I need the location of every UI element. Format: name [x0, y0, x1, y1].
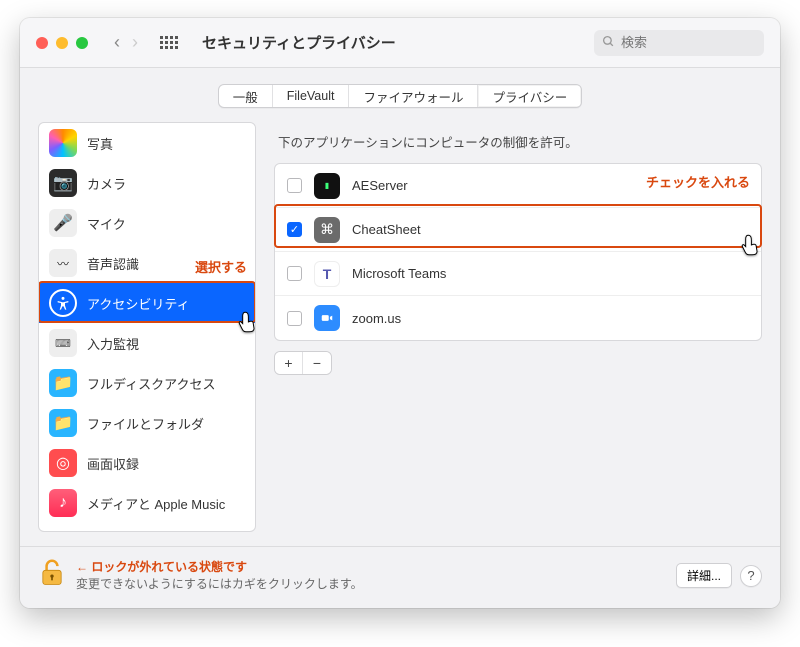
- sidebar-item-screen-recording[interactable]: ◎ 画面収録: [39, 443, 255, 483]
- footer-subtitle: 変更できないようにするにはカギをクリックします。: [76, 575, 363, 593]
- checkbox[interactable]: ✓: [287, 222, 302, 237]
- app-icon: ▮: [314, 173, 340, 199]
- app-icon: [314, 305, 340, 331]
- photos-icon: [49, 129, 77, 157]
- description-text: 下のアプリケーションにコンピュータの制御を許可。: [274, 122, 762, 163]
- folder-icon: 📁: [49, 369, 77, 397]
- camera-icon: 📷: [49, 169, 77, 197]
- main-panel: 下のアプリケーションにコンピュータの制御を許可。 ▮ AEServer ✓ ⌘ …: [274, 122, 762, 532]
- speech-icon: 〰: [49, 249, 77, 277]
- content-area: 写真 📷 カメラ 🎤 マイク 〰 音声認識: [20, 122, 780, 546]
- sidebar-item-camera[interactable]: 📷 カメラ: [39, 163, 255, 203]
- folder-icon: 📁: [49, 409, 77, 437]
- app-name: zoom.us: [352, 311, 401, 326]
- sidebar-item-label: 写真: [87, 134, 113, 153]
- zoom-window-button[interactable]: [76, 37, 88, 49]
- sidebar-item-label: 画面収録: [87, 454, 139, 473]
- segmented-control: 一般 FileVault ファイアウォール プライバシー: [218, 84, 583, 108]
- privacy-sidebar: 写真 📷 カメラ 🎤 マイク 〰 音声認識: [38, 122, 256, 532]
- tab-general[interactable]: 一般: [219, 85, 273, 107]
- traffic-lights: [36, 37, 88, 49]
- sidebar-item-files-folders[interactable]: 📁 ファイルとフォルダ: [39, 403, 255, 443]
- add-remove-buttons: + −: [274, 351, 332, 375]
- sidebar-item-label: カメラ: [87, 174, 126, 193]
- app-row-teams[interactable]: T Microsoft Teams: [275, 252, 761, 296]
- titlebar: ‹ › セキュリティとプライバシー: [20, 18, 780, 68]
- sidebar-item-microphone[interactable]: 🎤 マイク: [39, 203, 255, 243]
- tab-firewall[interactable]: ファイアウォール: [349, 85, 478, 107]
- help-button[interactable]: ?: [740, 565, 762, 587]
- app-name: CheatSheet: [352, 222, 421, 237]
- details-button[interactable]: 詳細...: [676, 563, 732, 588]
- tab-privacy[interactable]: プライバシー: [478, 85, 581, 107]
- nav-buttons: ‹ ›: [114, 32, 138, 53]
- minimize-window-button[interactable]: [56, 37, 68, 49]
- checkbox[interactable]: [287, 311, 302, 326]
- microphone-icon: 🎤: [49, 209, 77, 237]
- checkbox[interactable]: [287, 266, 302, 281]
- sidebar-item-media-apple-music[interactable]: ♪ メディアと Apple Music: [39, 483, 255, 523]
- footer-text: ← ロックが外れている状態です 変更できないようにするにはカギをクリックします。: [76, 558, 363, 593]
- sidebar-item-speech[interactable]: 〰 音声認識: [39, 243, 255, 283]
- sidebar-item-input-monitoring[interactable]: ⌨︎ 入力監視: [39, 323, 255, 363]
- close-window-button[interactable]: [36, 37, 48, 49]
- back-button[interactable]: ‹: [114, 32, 120, 53]
- music-icon: ♪: [49, 489, 77, 517]
- sidebar-item-accessibility[interactable]: アクセシビリティ: [39, 283, 255, 323]
- lock-icon[interactable]: [38, 557, 66, 594]
- add-button[interactable]: +: [275, 352, 303, 374]
- sidebar-item-label: メディアと Apple Music: [87, 494, 225, 513]
- sidebar-item-label: ファイルとフォルダ: [87, 414, 204, 433]
- app-list: ▮ AEServer ✓ ⌘ CheatSheet T Microsoft Te…: [274, 163, 762, 341]
- app-icon: T: [314, 261, 340, 287]
- sidebar-item-photos[interactable]: 写真: [39, 123, 255, 163]
- show-all-button[interactable]: [160, 36, 178, 49]
- sidebar-item-label: マイク: [87, 214, 126, 233]
- checkbox[interactable]: [287, 178, 302, 193]
- sidebar-item-label: フルディスクアクセス: [87, 374, 215, 393]
- accessibility-icon: [49, 289, 77, 317]
- window-title: セキュリティとプライバシー: [202, 32, 396, 53]
- search-field[interactable]: [594, 30, 764, 56]
- prefs-window: ‹ › セキュリティとプライバシー 一般 FileVault ファイアウォール …: [20, 18, 780, 608]
- app-name: Microsoft Teams: [352, 266, 446, 281]
- sidebar-item-full-disk[interactable]: 📁 フルディスクアクセス: [39, 363, 255, 403]
- record-icon: ◎: [49, 449, 77, 477]
- tab-filevault[interactable]: FileVault: [273, 85, 350, 107]
- tab-bar: 一般 FileVault ファイアウォール プライバシー: [20, 68, 780, 122]
- app-row-zoom[interactable]: zoom.us: [275, 296, 761, 340]
- search-icon: [602, 35, 615, 51]
- forward-button[interactable]: ›: [132, 32, 138, 53]
- sidebar-item-label: 音声認識: [87, 254, 139, 273]
- app-row-cheatsheet[interactable]: ✓ ⌘ CheatSheet: [275, 208, 761, 252]
- app-name: AEServer: [352, 178, 408, 193]
- app-row-aeserver[interactable]: ▮ AEServer: [275, 164, 761, 208]
- search-input[interactable]: [621, 35, 756, 50]
- sidebar-item-label: 入力監視: [87, 334, 139, 353]
- keyboard-icon: ⌨︎: [49, 329, 77, 357]
- remove-button[interactable]: −: [303, 352, 331, 374]
- sidebar-item-label: アクセシビリティ: [87, 294, 190, 313]
- footer-title: ← ロックが外れている状態です: [76, 558, 363, 575]
- app-icon: ⌘: [314, 217, 340, 243]
- footer: ← ロックが外れている状態です 変更できないようにするにはカギをクリックします。…: [20, 546, 780, 608]
